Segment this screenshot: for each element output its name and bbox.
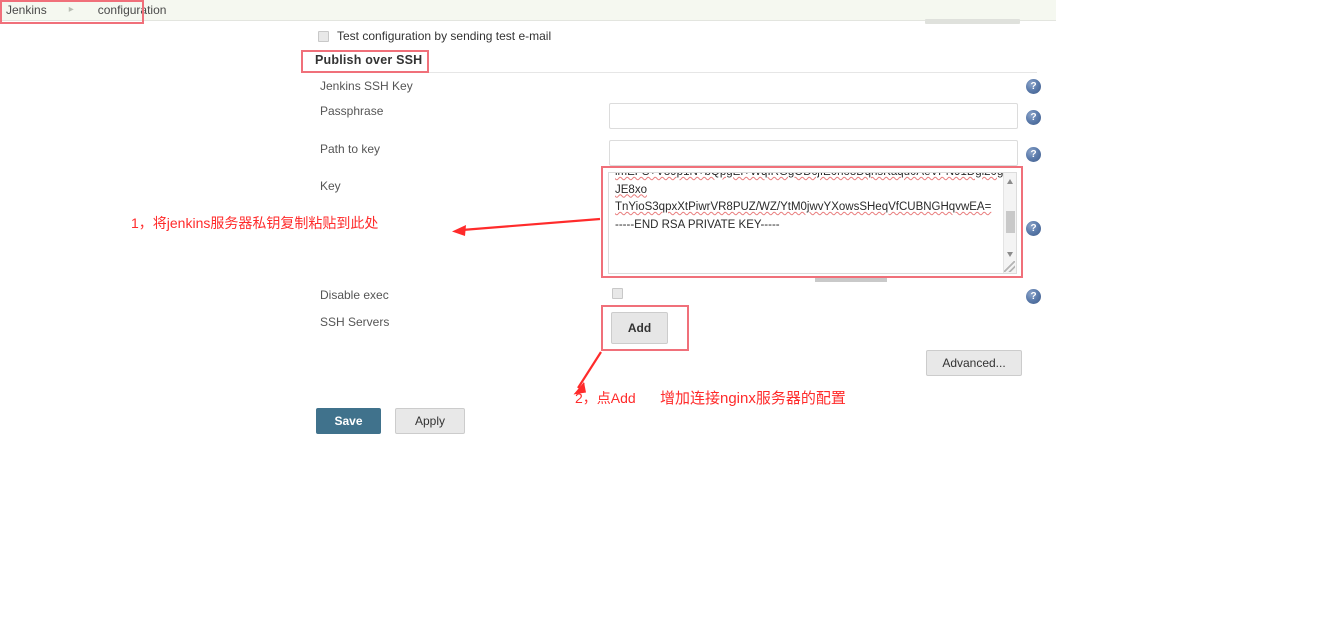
passphrase-input[interactable] — [609, 103, 1018, 129]
key-line-1: JE8xo — [615, 183, 647, 196]
key-textarea-content: imEFS+V89p1N+bQpgEI+WqIRGgODcjIE0ho8Dqhs… — [615, 172, 1007, 234]
help-icon-path-to-key[interactable]: ? — [1026, 147, 1041, 162]
configuration-form: Test configuration by sending test e-mai… — [0, 0, 1337, 639]
save-button[interactable]: Save — [316, 408, 381, 434]
test-email-row[interactable]: Test configuration by sending test e-mai… — [318, 29, 551, 43]
scroll-down-arrow-icon[interactable] — [1007, 252, 1013, 257]
key-textarea-scrollbar[interactable] — [1003, 173, 1016, 273]
section-title-publish-over-ssh: Publish over SSH — [315, 53, 423, 67]
add-ssh-server-button[interactable]: Add — [611, 312, 668, 344]
scroll-up-arrow-icon[interactable] — [1007, 179, 1013, 184]
label-passphrase: Passphrase — [320, 104, 384, 118]
path-to-key-input[interactable] — [609, 140, 1018, 166]
key-line-2: TnYioS3qpxXtPiwrVR8PUZ/WZ/YtM0jwvYXowsSH… — [615, 201, 992, 213]
label-ssh-servers: SSH Servers — [320, 315, 390, 329]
help-icon-passphrase[interactable]: ? — [1026, 110, 1041, 125]
annotation-text-2: 2，点Add — [575, 390, 636, 406]
scrollbar-thumb[interactable] — [1006, 211, 1015, 233]
key-textarea[interactable]: imEFS+V89p1N+bQpgEI+WqIRGgODcjIE0ho8Dqhs… — [608, 172, 1017, 274]
help-icon-key[interactable]: ? — [1026, 221, 1041, 236]
annotation-text-3: 增加连接nginx服务器的配置 — [660, 390, 846, 407]
label-key: Key — [320, 179, 341, 193]
label-path-to-key: Path to key — [320, 142, 381, 156]
section-divider — [315, 72, 1037, 73]
page-root: Jenkins ▸ configuration Test configurati… — [0, 0, 1337, 639]
key-line-3: -----END RSA PRIVATE KEY----- — [615, 218, 780, 231]
advanced-button[interactable]: Advanced... — [926, 350, 1022, 376]
key-textarea-hscrollbar[interactable] — [610, 276, 1014, 282]
help-icon-jenkins-ssh-key[interactable]: ? — [1026, 79, 1041, 94]
label-jenkins-ssh-key: Jenkins SSH Key — [320, 79, 413, 93]
test-email-label: Test configuration by sending test e-mai… — [337, 29, 552, 43]
disable-exec-checkbox[interactable] — [612, 288, 623, 299]
label-disable-exec: Disable exec — [320, 288, 389, 302]
apply-button[interactable]: Apply — [395, 408, 465, 434]
help-icon-disable-exec[interactable]: ? — [1026, 289, 1041, 304]
hscrollbar-thumb[interactable] — [815, 276, 887, 282]
key-line-0: imEFS+V89p1N+bQpgEI+WqIRGgODcjIE0ho8Dqhs… — [615, 172, 1006, 178]
test-email-checkbox[interactable] — [318, 30, 329, 42]
resize-grip-icon[interactable] — [1004, 261, 1015, 272]
annotation-text-1: 1，将jenkins服务器私钥复制粘贴到此处 — [131, 215, 379, 231]
